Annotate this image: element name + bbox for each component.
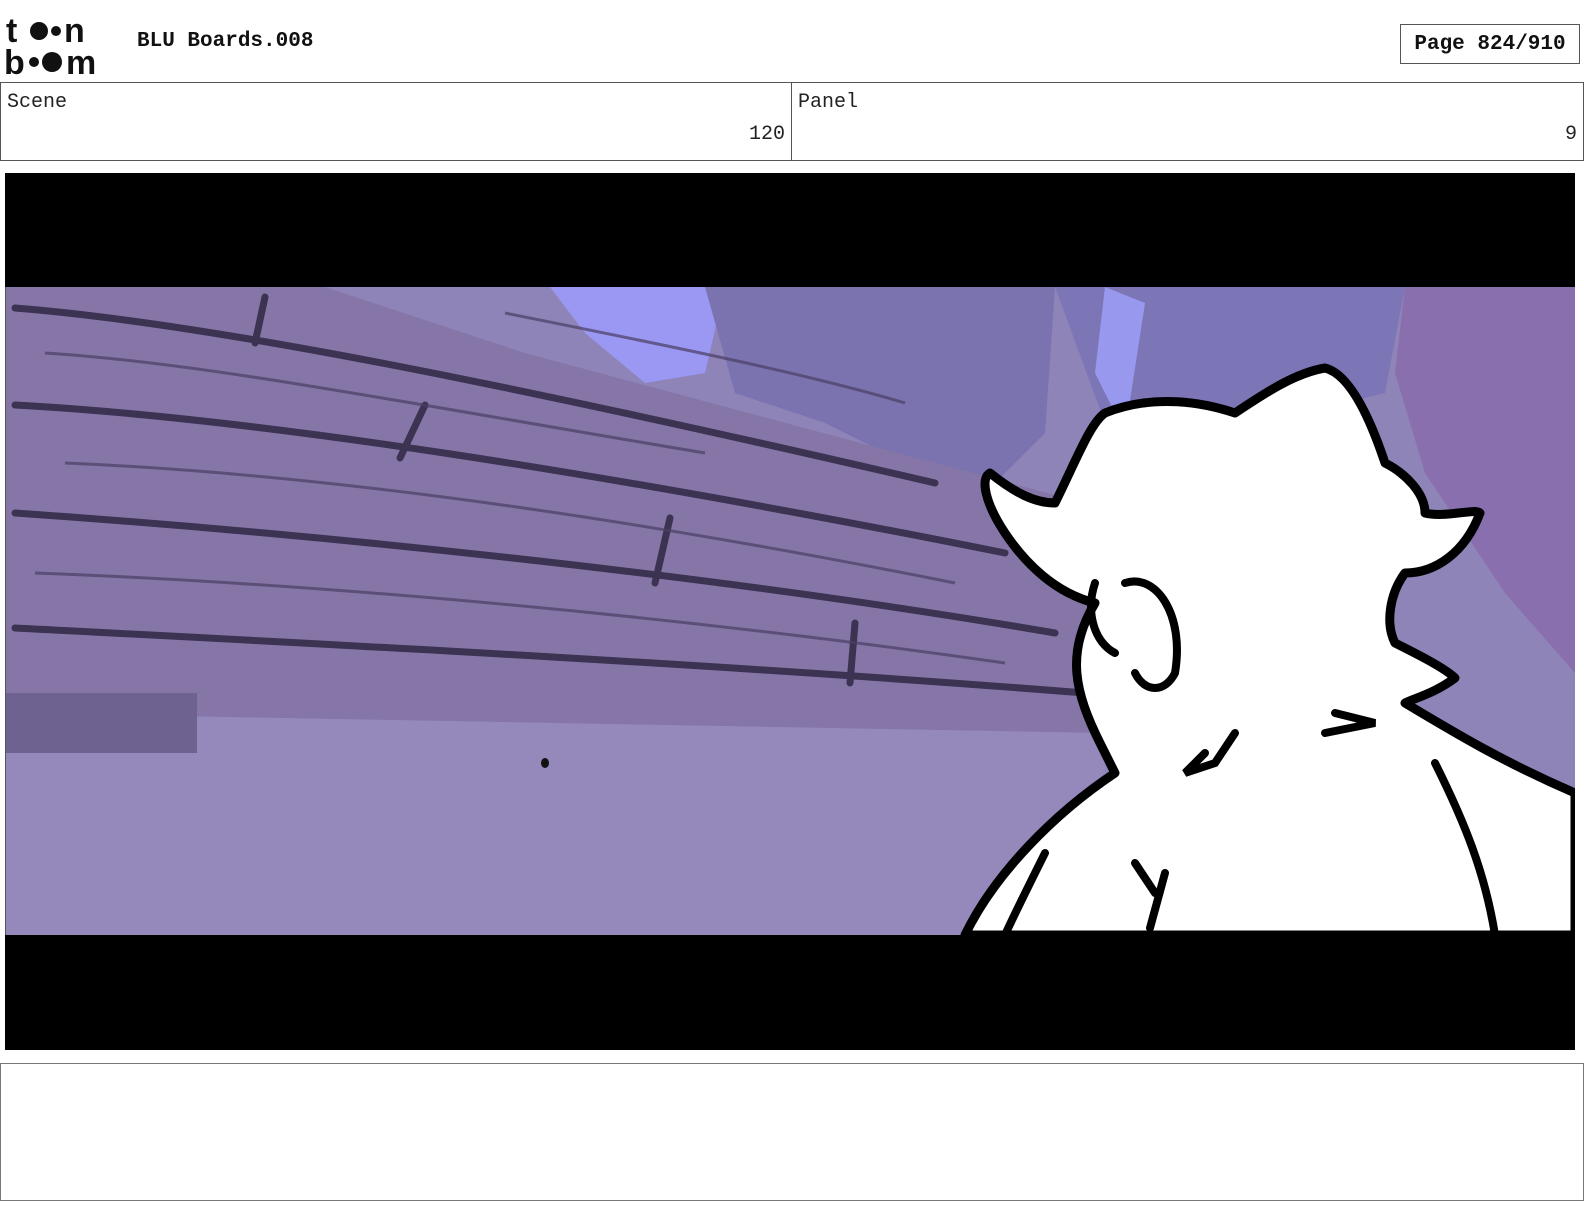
scene-panel-info: Scene 120 Panel 9 — [0, 82, 1584, 161]
scene-label: Scene — [7, 91, 68, 114]
caption-box — [0, 1063, 1584, 1201]
svg-text:b: b — [4, 44, 25, 76]
panel-number: 9 — [1564, 123, 1577, 146]
panel-cell: Panel 9 — [792, 83, 1584, 160]
scene-number: 120 — [748, 123, 785, 146]
scene-cell: Scene 120 — [0, 83, 792, 160]
document-title: BLU Boards.008 — [137, 30, 314, 53]
toon-boom-logo: t n b m — [4, 12, 116, 82]
page-indicator: Page 824/910 — [1400, 24, 1580, 64]
storyboard-panel-image — [5, 173, 1575, 1050]
page-indicator-text: Page 824/910 — [1414, 32, 1566, 56]
svg-text:m: m — [66, 44, 96, 76]
panel-artwork — [5, 287, 1575, 940]
panel-label: Panel — [798, 91, 859, 114]
